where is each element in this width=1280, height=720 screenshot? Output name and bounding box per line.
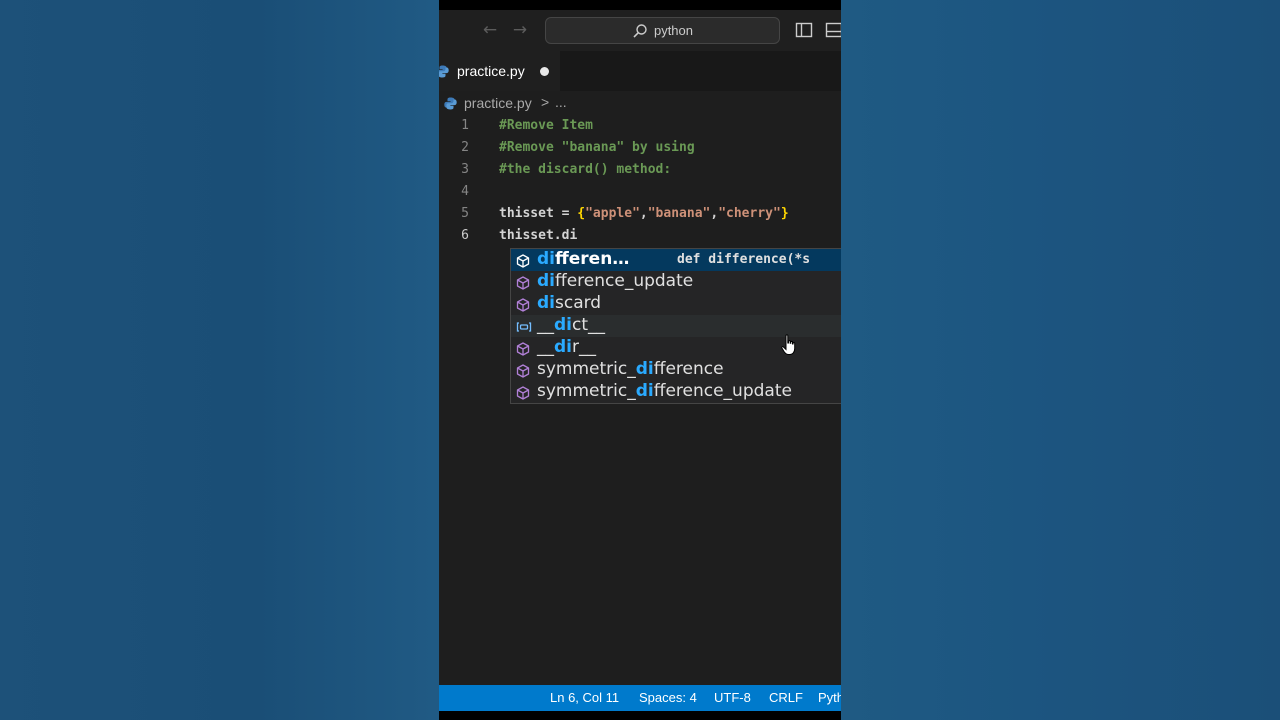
eol-status[interactable]: CRLF <box>769 690 803 705</box>
label-match: di <box>554 315 572 335</box>
code-token: "banana" <box>647 206 711 221</box>
suggestion-label: symmetric_difference_update <box>537 380 792 402</box>
suggestion-widget: differen… def difference(*s difference_u… <box>510 248 841 404</box>
suggestion-detail: def difference(*s <box>677 252 811 267</box>
suggestion-label: __dict__ <box>537 314 605 336</box>
code-line-active: 6 thisset.di <box>439 225 841 247</box>
suggestion-label: difference_update <box>537 270 693 292</box>
vscode-window: ← → python practice.py practice.py > ...… <box>439 0 841 720</box>
code-token: , <box>710 206 719 221</box>
method-icon <box>516 298 530 312</box>
breadcrumb: practice.py > ... <box>439 91 841 115</box>
suggestion-label: symmetric_difference <box>537 358 724 380</box>
line-number: 4 <box>461 184 469 199</box>
label-prefix: __ <box>537 337 554 357</box>
label-rest: fference_update <box>555 271 694 291</box>
breadcrumb-separator: > <box>541 94 550 110</box>
label-prefix: symmetric_ <box>537 381 636 401</box>
tab-label: practice.py <box>457 63 525 79</box>
hand-cursor-icon <box>781 334 796 355</box>
suggestion-item[interactable]: symmetric_difference_update <box>511 381 841 403</box>
unsaved-dot-icon[interactable] <box>540 67 549 76</box>
python-file-icon <box>444 97 457 110</box>
suggestion-item[interactable]: symmetric_difference <box>511 359 841 381</box>
tab-practice-py[interactable]: practice.py <box>439 51 560 91</box>
label-rest: ct__ <box>572 315 606 335</box>
code-text: #Remove "banana" by using <box>499 140 695 155</box>
letterbox-bottom <box>439 711 841 720</box>
forward-arrow-icon[interactable]: → <box>509 19 531 41</box>
indentation-status[interactable]: Spaces: 4 <box>639 690 697 705</box>
suggestion-item[interactable]: differen… def difference(*s <box>511 249 841 271</box>
code-text: thisset = {"apple","banana","cherry"} <box>499 203 789 225</box>
suggestion-item[interactable]: discard <box>511 293 841 315</box>
method-icon <box>516 342 530 356</box>
code-token: , <box>639 206 648 221</box>
letterbox-top <box>439 0 841 10</box>
suggestion-label: discard <box>537 292 601 314</box>
line-number: 3 <box>461 162 469 177</box>
line-number: 5 <box>461 206 469 221</box>
line-number: 6 <box>461 228 469 243</box>
title-bar: ← → python <box>439 10 841 51</box>
breadcrumb-more[interactable]: ... <box>555 94 567 110</box>
command-center-search[interactable]: python <box>545 17 780 44</box>
code-text: #Remove Item <box>499 118 593 133</box>
suggestion-label: __dir__ <box>537 336 596 358</box>
label-rest: fference_update <box>653 381 792 401</box>
variable-icon <box>516 322 532 332</box>
method-icon <box>516 276 530 290</box>
method-icon <box>516 254 530 268</box>
label-rest: scard <box>555 293 602 313</box>
python-file-icon <box>439 65 449 78</box>
line-number: 2 <box>461 140 469 155</box>
code-line: 3 #the discard() method: <box>439 159 841 181</box>
suggestion-item[interactable]: difference_update <box>511 271 841 293</box>
search-text: python <box>653 23 694 38</box>
search-icon <box>633 23 647 38</box>
breadcrumb-file[interactable]: practice.py <box>464 95 532 111</box>
code-token: } <box>780 206 789 221</box>
code-line: 1 #Remove Item <box>439 115 841 137</box>
label-match: di <box>537 293 555 313</box>
label-rest: fferen… <box>555 249 630 269</box>
toggle-sidebar-icon[interactable] <box>795 21 813 39</box>
label-match: di <box>554 337 572 357</box>
code-line: 4 <box>439 181 841 203</box>
method-icon <box>516 364 530 378</box>
code-line: 2 #Remove "banana" by using <box>439 137 841 159</box>
toggle-panel-icon[interactable] <box>825 21 841 39</box>
label-prefix: symmetric_ <box>537 359 636 379</box>
tab-bar: practice.py <box>439 51 841 91</box>
method-icon <box>516 386 530 400</box>
cursor-position[interactable]: Ln 6, Col 11 <box>550 690 619 705</box>
code-token: "apple" <box>585 206 640 221</box>
status-bar: Ln 6, Col 11 Spaces: 4 UTF-8 CRLF Pyth <box>439 685 841 711</box>
code-token: thisset = <box>499 206 578 221</box>
label-rest: fference <box>653 359 724 379</box>
label-rest: r__ <box>572 337 596 357</box>
code-text: #the discard() method: <box>499 162 672 177</box>
suggestion-label: differen… <box>537 249 630 270</box>
language-mode[interactable]: Pyth <box>818 690 841 705</box>
code-text: thisset.di <box>499 228 578 243</box>
code-token: { <box>577 206 586 221</box>
label-prefix: __ <box>537 315 554 335</box>
label-match: di <box>635 381 654 401</box>
line-number: 1 <box>461 118 469 133</box>
code-line: 5 thisset = {"apple","banana","cherry"} <box>439 203 841 225</box>
label-match: di <box>635 359 654 379</box>
code-token: "cherry" <box>718 206 781 221</box>
encoding-status[interactable]: UTF-8 <box>714 690 751 705</box>
label-match: di <box>537 249 555 269</box>
label-match: di <box>537 271 555 291</box>
back-arrow-icon[interactable]: ← <box>479 19 501 41</box>
